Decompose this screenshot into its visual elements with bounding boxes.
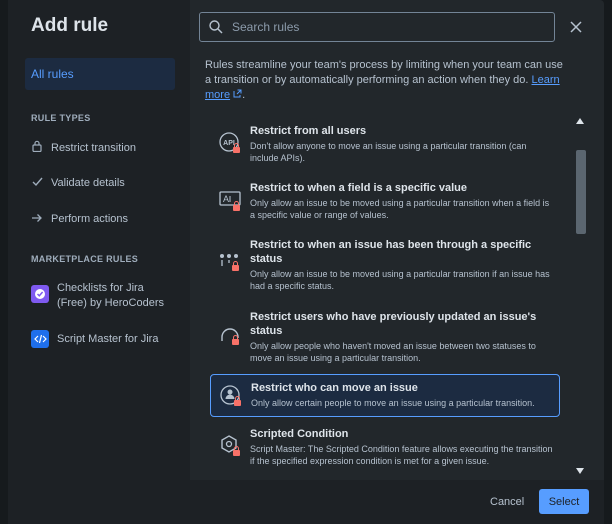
select-button[interactable]: Select — [539, 489, 589, 514]
rule-types-heading: RULE TYPES — [31, 113, 91, 123]
add-rule-dialog: Add rule All rules RULE TYPES Restrict t… — [8, 0, 604, 524]
arrow-right-icon — [31, 212, 43, 226]
rule-title: Restrict from all users — [250, 125, 367, 137]
sidebar-item-label: Script Master for Jira — [57, 333, 159, 345]
rule-option[interactable]: A Restrict to when a field is a specific… — [210, 181, 560, 221]
rule-title: Restrict users who have previously updat… — [250, 311, 537, 337]
rule-option[interactable]: Restrict users who have previously updat… — [210, 310, 560, 364]
sidebar-item-checklists[interactable]: Checklists for Jira (Free) by HeroCoders — [31, 281, 176, 311]
search-input[interactable] — [230, 19, 534, 35]
close-icon[interactable] — [568, 19, 584, 35]
intro-text: Rules streamline your team's process by … — [205, 58, 565, 103]
scrollbar-thumb[interactable] — [576, 150, 586, 234]
rule-title: Restrict to when a field is a specific v… — [250, 182, 468, 194]
user-status-lock-icon — [221, 328, 239, 345]
rule-title: Restrict who can move an issue — [251, 382, 418, 394]
rule-description: Only allow people who haven't moved an i… — [250, 341, 536, 363]
rule-description: Don't allow anyone to move an issue usin… — [250, 141, 527, 163]
checklist-app-icon — [31, 285, 49, 303]
svg-text:API: API — [223, 140, 235, 147]
status-lock-icon — [220, 254, 239, 271]
sidebar-item-perform-actions[interactable]: Perform actions — [31, 212, 128, 226]
sidebar-item-script-master[interactable]: Script Master for Jira — [31, 330, 158, 348]
sidebar-item-restrict-transition[interactable]: Restrict transition — [31, 140, 136, 155]
api-lock-icon: API — [219, 132, 240, 153]
lock-icon — [31, 140, 43, 155]
svg-text:A: A — [223, 194, 229, 204]
external-link-icon — [233, 89, 242, 98]
sidebar-item-label: Perform actions — [51, 213, 129, 225]
rule-option[interactable]: Restrict to when an issue has been throu… — [210, 238, 560, 292]
code-app-icon — [31, 330, 49, 348]
rule-title: Restrict to when an issue has been throu… — [250, 239, 532, 265]
search-field[interactable] — [199, 12, 555, 42]
user-lock-icon — [220, 385, 241, 406]
intro-end: . — [242, 89, 246, 101]
rule-description: Only allow an issue to be moved using a … — [250, 198, 550, 220]
sidebar-item-label: Checklists for Jira (Free) by HeroCoders — [57, 282, 164, 309]
sidebar-item-label: Restrict transition — [51, 141, 136, 154]
search-icon — [209, 20, 223, 34]
sidebar: Add rule All rules RULE TYPES Restrict t… — [8, 0, 190, 480]
rule-title: Scripted Condition — [250, 428, 349, 440]
marketplace-heading: MARKETPLACE RULES — [31, 254, 139, 264]
intro-description: Rules streamline your team's process by … — [205, 59, 563, 86]
rule-option[interactable]: API Restrict from all users Don't allow … — [210, 124, 560, 164]
check-icon — [31, 176, 43, 190]
rule-description: Script Master: The Scripted Condition fe… — [250, 444, 553, 466]
sidebar-item-label: Validate details — [51, 177, 125, 189]
dialog-title: Add rule — [31, 15, 109, 36]
script-lock-icon — [221, 435, 240, 456]
sidebar-item-all-rules[interactable]: All rules — [25, 58, 175, 90]
rule-option[interactable]: Scripted Condition Script Master: The Sc… — [210, 427, 560, 467]
scroll-down-arrow-icon[interactable] — [576, 468, 584, 474]
rule-description: Only allow certain people to move an iss… — [251, 398, 535, 408]
scroll-up-arrow-icon[interactable] — [576, 118, 584, 124]
rule-option-selected[interactable]: Restrict who can move an issue Only allo… — [210, 374, 560, 417]
cancel-button[interactable]: Cancel — [482, 490, 532, 514]
rule-description: Only allow an issue to be moved using a … — [250, 269, 550, 291]
field-lock-icon: A — [219, 191, 241, 211]
scrollbar[interactable] — [573, 114, 589, 480]
sidebar-item-validate-details[interactable]: Validate details — [31, 176, 125, 190]
rule-list: API Restrict from all users Don't allow … — [208, 114, 564, 480]
